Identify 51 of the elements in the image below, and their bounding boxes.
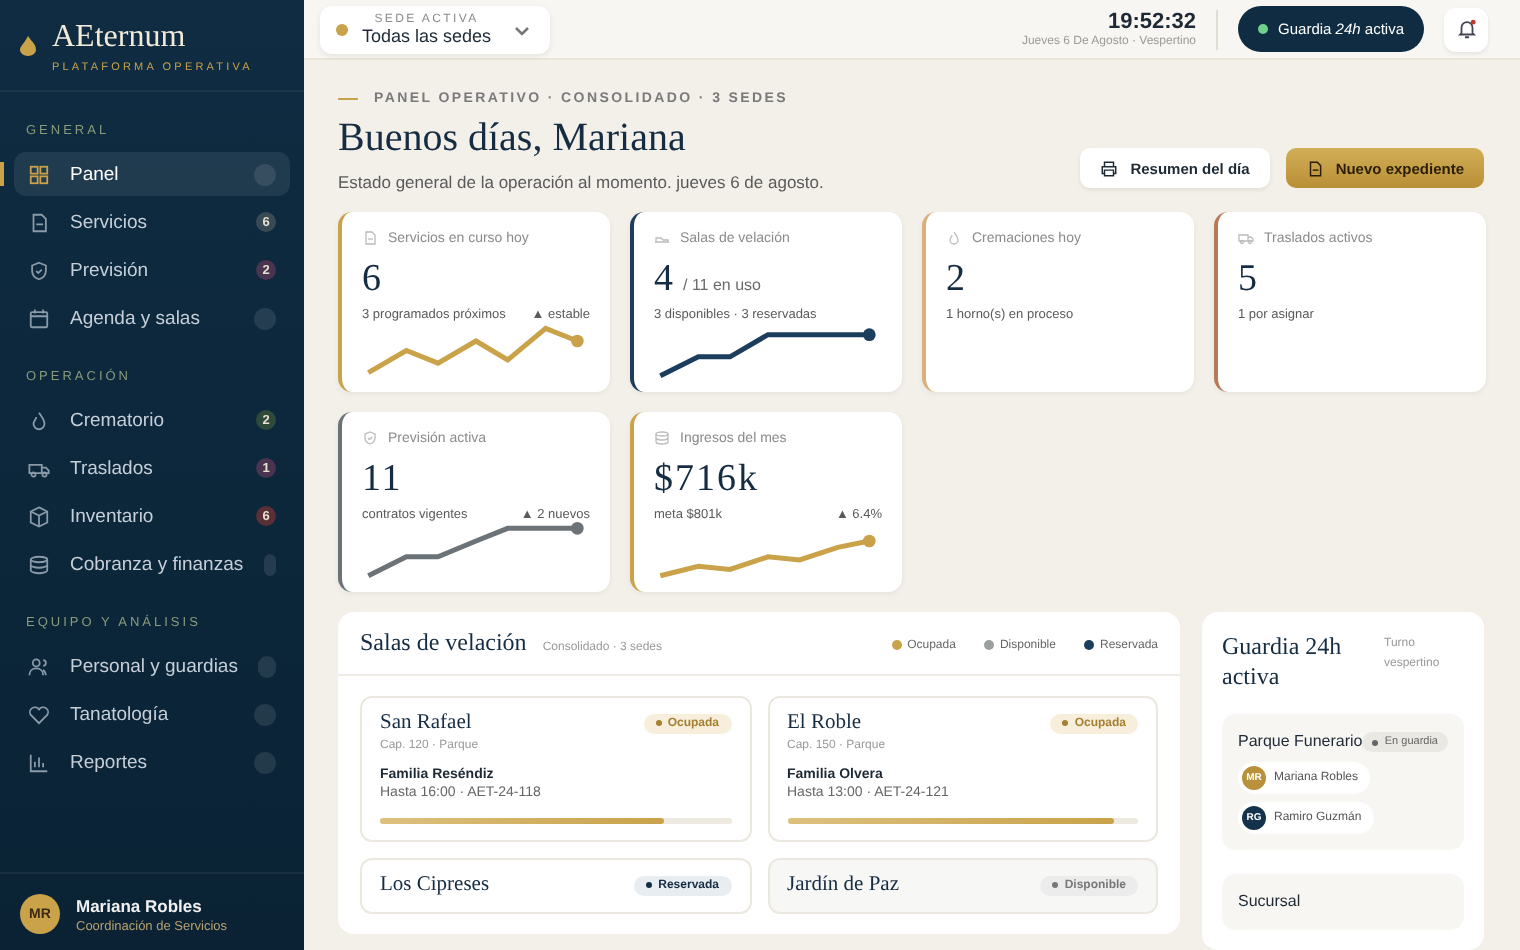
clock-time: 19:52:32 xyxy=(1105,10,1197,35)
metric-value: 5 xyxy=(1238,258,1259,303)
nav-item[interactable]: Cobranza y finanzas xyxy=(14,542,290,586)
empty-badge xyxy=(263,553,276,575)
nav-item[interactable]: Agenda y salas xyxy=(14,296,290,340)
metric-icon xyxy=(654,430,670,447)
metric-value: 6 xyxy=(362,258,383,303)
user-name: Mariana Robles xyxy=(76,895,204,915)
nav-item[interactable]: Personal y guardias xyxy=(14,644,290,688)
nav-icon xyxy=(28,211,50,233)
room-name: Jardín de Paz xyxy=(787,874,899,897)
room-name: San Rafael xyxy=(380,712,472,735)
empty-badge xyxy=(257,655,276,677)
printer-icon xyxy=(1100,159,1119,178)
metric-value: 4 xyxy=(654,258,675,303)
empty-badge xyxy=(254,307,276,329)
metric-value: 2 xyxy=(946,258,967,303)
flame-icon xyxy=(20,36,36,56)
notifications-button[interactable] xyxy=(1444,7,1488,52)
nav-icon xyxy=(28,703,50,725)
bell-icon xyxy=(1455,18,1477,41)
empty-badge xyxy=(254,751,276,773)
nav-item[interactable]: Reportes xyxy=(14,740,290,784)
nav-icon xyxy=(28,259,50,281)
room-name: El Roble xyxy=(787,712,862,735)
page-title: Buenos días, Mariana xyxy=(338,116,688,163)
panel-title: Salas de velación xyxy=(360,628,527,659)
metric-suffix: / 11 en uso xyxy=(683,276,761,295)
nav-icon xyxy=(28,409,50,431)
empty-badge xyxy=(254,703,276,725)
metric-icon xyxy=(362,430,378,447)
document-icon xyxy=(1305,159,1324,178)
site-name: Sucursal xyxy=(1238,890,1301,914)
metric-value: $716k xyxy=(654,458,759,503)
metric-icon xyxy=(1238,230,1254,247)
nav-icon xyxy=(28,163,50,185)
nav-icon xyxy=(28,307,50,329)
room-name: Los Cipreses xyxy=(380,874,490,897)
metric-icon xyxy=(946,230,962,247)
nav-icon xyxy=(28,751,50,773)
metric-icon xyxy=(362,230,378,247)
page-subtitle: Estado general de la operación al momento. jueves 6 de agosto. xyxy=(338,172,826,193)
metric-value: 11 xyxy=(362,458,403,503)
nav-icon xyxy=(28,505,50,527)
nav-item[interactable]: Tanatología xyxy=(14,692,290,736)
nav-icon xyxy=(28,553,50,575)
nav-icon xyxy=(28,655,50,677)
chevron-icon xyxy=(513,21,530,38)
panel-title: Guardia 24h activa xyxy=(1222,632,1344,690)
site-name: Parque Funerario xyxy=(1238,730,1363,754)
brand-name: AEternum xyxy=(52,20,188,56)
